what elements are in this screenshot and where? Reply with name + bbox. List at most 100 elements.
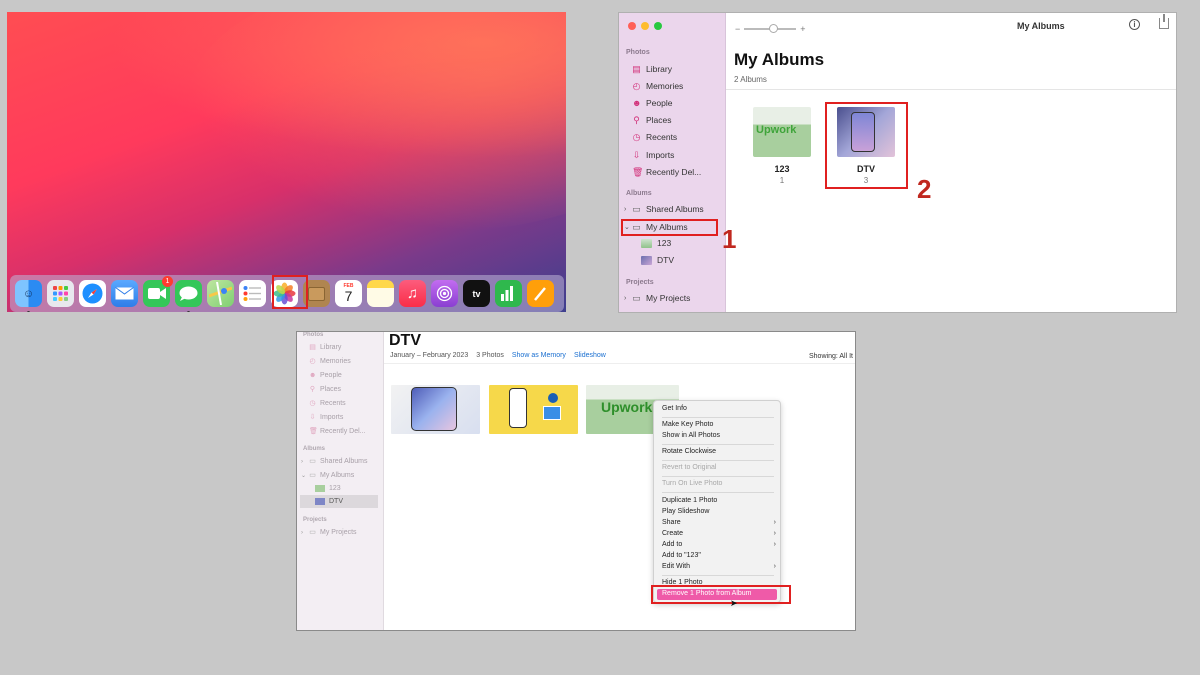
section-header-projects: Projects [303,517,327,523]
running-indicator [27,311,30,312]
page-title: DTV [389,332,421,349]
photos-app-highlight [272,275,308,309]
notes-icon[interactable] [367,280,394,307]
library-icon: ▤ [309,344,316,351]
upwork-logo-icon: Upwork [601,399,653,415]
sidebar-item-album-123[interactable]: 123 [315,485,341,492]
close-button[interactable] [628,22,636,30]
sidebar-item-people[interactable]: ☻ People [309,372,342,379]
context-menu: Get Info Make Key Photo Show in All Phot… [653,400,781,603]
sidebar-item-memories[interactable]: ◴ Memories [632,79,684,93]
maps-icon[interactable] [207,280,234,307]
music-icon[interactable]: ♫ [399,280,426,307]
sidebar-item-recents[interactable]: ◷ Recents [632,130,678,144]
sidebar-item-my-albums[interactable]: ⌄ ▭ My Albums [301,472,354,479]
chevron-right-icon[interactable]: › [301,459,303,465]
chevron-down-icon[interactable]: ⌄ [301,472,306,479]
places-icon: ⚲ [309,386,316,393]
memories-icon: ◴ [309,358,316,365]
album-thumbnail [315,485,325,492]
calendar-day: 7 [344,288,353,304]
menu-item-duplicate[interactable]: Duplicate 1 Photo [662,496,776,506]
sidebar-item-imports[interactable]: ⇩ Imports [632,148,675,162]
launchpad-icon[interactable] [47,280,74,307]
sidebar-item-places[interactable]: ⚲ Places [632,113,671,127]
date-range: January – February 2023 [390,352,469,359]
album-meta: January – February 2023 3 Photos Show as… [390,352,606,359]
sidebar-item-my-projects[interactable]: › ▭ My Projects [624,291,690,305]
messages-icon[interactable] [175,280,202,312]
info-icon[interactable]: i [1129,19,1140,30]
menu-item-get-info[interactable]: Get Info [662,404,776,414]
photos-window-dtv-album: Photos ▤ Library ◴ Memories ☻ People ⚲ P… [296,331,856,631]
step-number-1: 1 [722,224,737,254]
album-thumbnail [641,238,652,248]
zoom-in-icon[interactable]: + [800,24,805,34]
places-icon: ⚲ [633,114,640,125]
zoom-knob[interactable] [769,24,779,33]
photo-thumbnail-2[interactable] [489,385,578,434]
safari-icon[interactable] [79,280,106,307]
chevron-right-icon[interactable]: › [624,295,626,302]
section-header-albums: Albums [626,190,652,197]
sidebar-item-recently-deleted[interactable]: 🗑 Recently Del... [632,165,701,179]
sidebar-item-memories[interactable]: ◴ Memories [309,358,350,365]
chevron-right-icon[interactable]: › [301,530,303,536]
sidebar-item-recently-deleted[interactable]: 🗑 Recently Del... [309,428,366,435]
sidebar-item-album-dtv[interactable]: DTV [641,255,674,265]
calendar-icon[interactable]: FEB 7 [335,280,362,307]
zoom-track[interactable] [744,24,797,33]
sidebar-item-shared-albums[interactable]: › ▭ Shared Albums [624,202,704,216]
reminders-icon[interactable] [239,280,266,307]
menu-item-make-key-photo[interactable]: Make Key Photo [662,420,776,430]
window-title: My Albums [1017,21,1065,31]
pages-icon[interactable] [527,280,554,307]
album-tile-123[interactable]: Upwork 123 1 [753,107,811,185]
menu-separator [662,492,774,493]
notification-badge: 1 [162,276,173,287]
mail-icon[interactable] [111,280,138,307]
menu-item-create[interactable]: Create › [662,529,776,539]
zoom-slider[interactable]: − + [735,24,806,34]
header-divider [726,89,1176,90]
phone-image [509,388,527,428]
download-icon [548,393,558,403]
menu-item-add-to[interactable]: Add to › [662,540,776,550]
sidebar-item-people[interactable]: ☻ People [632,96,672,110]
sidebar-item-album-123[interactable]: 123 [641,238,671,248]
step-number-2: 2 [917,174,932,204]
facetime-icon[interactable]: 1 [143,276,173,307]
podcasts-icon[interactable] [431,280,458,307]
zoom-out-icon[interactable]: − [735,24,740,34]
chevron-right-icon[interactable]: › [624,206,626,213]
sidebar-item-imports[interactable]: ⇩ Imports [309,414,344,421]
show-as-memory-link[interactable]: Show as Memory [512,352,566,359]
menu-item-edit-with[interactable]: Edit With › [662,562,776,572]
photo-thumbnail-1[interactable] [391,385,480,434]
tv-icon[interactable]: tv [463,280,490,307]
finder-icon[interactable]: ☺ [15,280,42,312]
sidebar-item-library[interactable]: ▤ Library [632,62,672,76]
sidebar-item-my-projects[interactable]: › ▭ My Projects [301,529,357,536]
menu-item-show-in-all-photos[interactable]: Show in All Photos [662,431,776,441]
my-albums-highlight [621,219,718,236]
menu-item-play-slideshow[interactable]: Play Slideshow [662,507,776,517]
folder-icon: ▭ [309,529,316,536]
page-title: My Albums [734,50,825,69]
sidebar-item-album-dtv[interactable]: DTV [315,498,343,505]
menu-item-rotate-clockwise[interactable]: Rotate Clockwise [662,447,776,457]
album-name: 123 [774,164,790,174]
sidebar-item-recents[interactable]: ◷ Recents [309,400,345,407]
slideshow-link[interactable]: Slideshow [574,352,606,359]
showing-filter[interactable]: Showing: All It [809,353,853,360]
zoom-button[interactable] [654,22,662,30]
section-header-photos: Photos [303,332,324,338]
menu-item-add-to-123[interactable]: Add to "123" [662,551,776,561]
numbers-icon[interactable] [495,280,522,307]
share-icon[interactable] [1159,14,1169,29]
menu-item-share[interactable]: Share › [662,518,776,528]
minimize-button[interactable] [641,22,649,30]
sidebar-item-library[interactable]: ▤ Library [309,344,341,351]
sidebar-item-shared-albums[interactable]: › ▭ Shared Albums [301,458,367,465]
sidebar-item-places[interactable]: ⚲ Places [309,386,341,393]
